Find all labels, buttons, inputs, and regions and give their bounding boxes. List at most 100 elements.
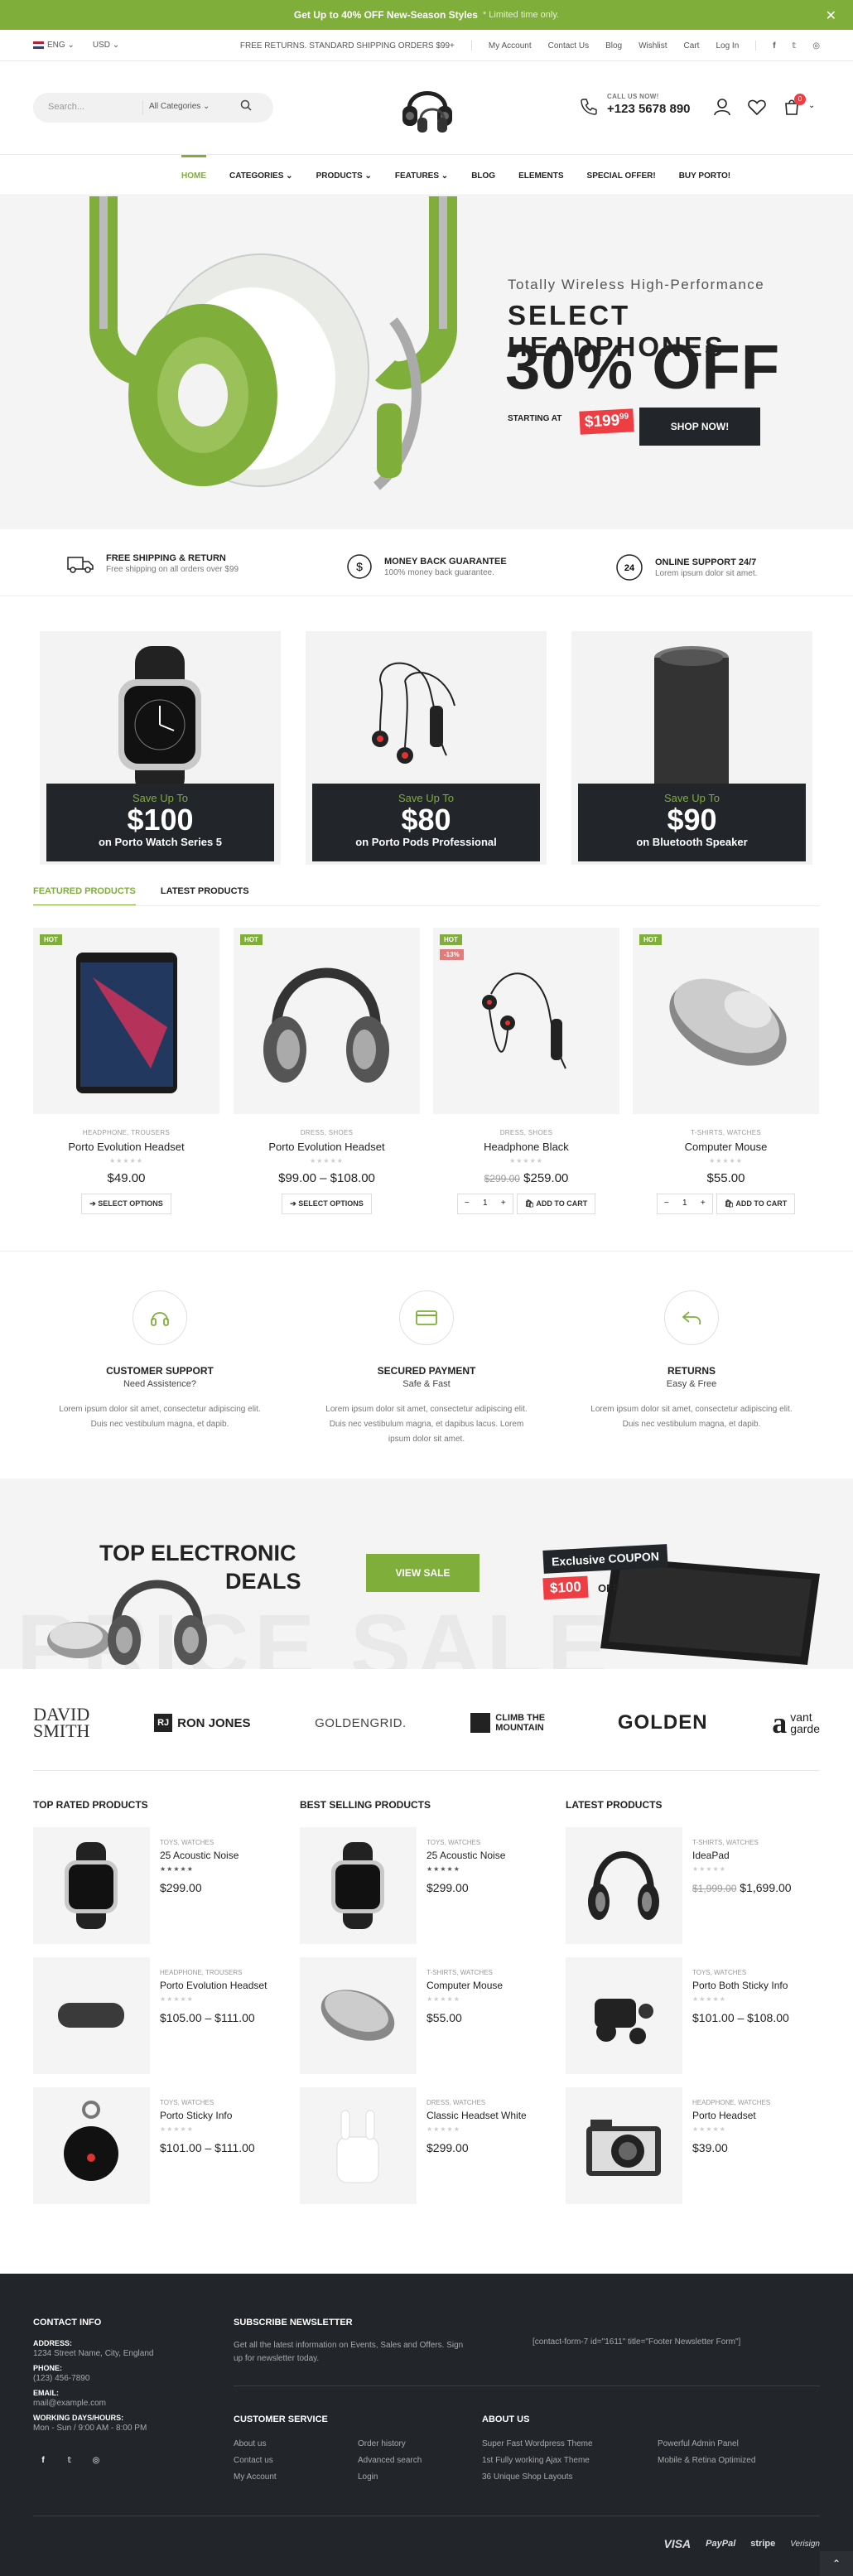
logo[interactable] [396, 81, 459, 139]
brand-logo[interactable]: a vant garde [772, 1705, 820, 1740]
wishlist-icon[interactable] [747, 97, 767, 117]
link-wishlist[interactable]: Wishlist [639, 41, 667, 51]
brand-logo[interactable]: GOLDENGRID. [315, 1716, 407, 1730]
banner-pods[interactable]: Save Up To $80 on Porto Pods Professiona… [306, 631, 547, 865]
product-price: $55.00 [706, 1171, 745, 1185]
product-name[interactable]: Porto Evolution Headset [33, 1141, 219, 1153]
list-item[interactable]: T-SHIRTS, WATCHES Computer Mouse ★★★★★ $55.… [300, 1957, 548, 2087]
nav-products[interactable]: PRODUCTS ⌄ [305, 155, 383, 196]
select-options-button[interactable]: ➔ SELECT OPTIONS [282, 1194, 372, 1214]
brand-logo[interactable]: DAVID SMITH [33, 1705, 89, 1740]
list-item[interactable]: DRESS, WATCHES Classic Headset White ★★★★★… [300, 2087, 548, 2217]
minus-button[interactable]: − [458, 1194, 476, 1213]
footer-link[interactable]: Mobile & Retina Optimized [658, 2454, 820, 2467]
brand-logos: DAVID SMITH RJ RON JONES GOLDENGRID. CLIMB… [33, 1690, 820, 1756]
footer-link[interactable]: 36 Unique Shop Layouts [482, 2471, 658, 2484]
product-card[interactable]: HOT HEADPHONE, TROUSERS Porto Evolution … [33, 928, 219, 1214]
nav-categories[interactable]: CATEGORIES ⌄ [218, 155, 305, 196]
product-image[interactable]: HOT [633, 928, 819, 1114]
tab-latest[interactable]: LATEST PRODUCTS [161, 886, 249, 906]
search-icon[interactable] [240, 99, 252, 113]
list-item[interactable]: HEADPHONE, TROUSERS Porto Evolution Heads… [33, 1957, 282, 2087]
promo-text: Get Up to 40% OFF New-Season Styles [293, 9, 478, 21]
list-item[interactable]: T-SHIRTS, WATCHES IdeaPad ★★★★★ $1,999.00 $… [566, 1827, 814, 1957]
list-item[interactable]: TOYS, WATCHES Porto Both Sticky Info ★★★★★… [566, 1957, 814, 2087]
facebook-icon[interactable]: f [773, 41, 775, 51]
list-item[interactable]: TOYS, WATCHES 25 Acoustic Noise ★★★★★ $299.… [33, 1827, 282, 1957]
hot-badge: HOT [240, 934, 263, 945]
language-select[interactable]: ENG ⌄ [33, 41, 75, 50]
call-label: CALL US NOW! [607, 93, 659, 100]
quantity-stepper[interactable]: −1 + [656, 1194, 713, 1214]
hot-badge: HOT [40, 934, 62, 945]
product-image[interactable]: HOT -13% [433, 928, 619, 1114]
brand-logo[interactable]: GOLDEN [618, 1711, 708, 1734]
link-my-account[interactable]: My Account [489, 41, 532, 51]
shop-now-button[interactable]: SHOP NOW! [639, 408, 760, 446]
nav-home[interactable]: HOME [170, 155, 218, 196]
footer-link[interactable]: My Account [234, 2471, 358, 2484]
link-contact[interactable]: Contact Us [548, 41, 589, 51]
product-name[interactable]: Porto Evolution Headset [234, 1141, 420, 1153]
footer-link[interactable]: Order history [358, 2438, 482, 2451]
search-input[interactable]: Search... [48, 102, 84, 112]
select-options-button[interactable]: ➔ SELECT OPTIONS [81, 1194, 171, 1214]
tab-featured[interactable]: FEATURED PRODUCTS [33, 886, 136, 906]
product-card[interactable]: HOT -13% DRESS, SHOES Headphone Black ★★… [433, 928, 619, 1214]
newsletter-form-code: [contact-form-7 id="1611" title="Footer … [533, 2337, 741, 2347]
product-name[interactable]: Computer Mouse [633, 1141, 819, 1153]
minus-button[interactable]: − [658, 1194, 676, 1213]
brand-logo[interactable]: RJ RON JONES [154, 1714, 251, 1732]
nav-special-offer[interactable]: SPECIAL OFFER! [576, 155, 667, 196]
currency-select[interactable]: USD ⌄ [93, 41, 119, 50]
nav-elements[interactable]: ELEMENTS [507, 155, 575, 196]
list-item[interactable]: HEADPHONE, WATCHES Porto Headset ★★★★★ $39.… [566, 2087, 814, 2217]
footer-link[interactable]: Advanced search [358, 2454, 482, 2467]
nav-blog[interactable]: BLOG [460, 155, 507, 196]
add-to-cart-button[interactable]: 🛍 ADD TO CART [516, 1194, 596, 1214]
product-image[interactable]: HOT [33, 928, 219, 1114]
product-card[interactable]: HOT DRESS, SHOES Porto Evolution Headset… [234, 928, 420, 1214]
credit-card-icon [399, 1290, 454, 1345]
return-icon [664, 1290, 719, 1345]
link-login[interactable]: Log In [716, 41, 739, 51]
link-blog[interactable]: Blog [605, 41, 622, 51]
contact-info: CONTACT INFO ADDRESS: 1234 Street Name, C… [33, 2318, 199, 2470]
footer-link[interactable]: 1st Fully working Ajax Theme [482, 2454, 658, 2467]
product-name[interactable]: Headphone Black [433, 1141, 619, 1153]
twitter-icon[interactable]: 𝕥 [793, 41, 797, 51]
facebook-icon[interactable]: f [33, 2450, 53, 2470]
service-payment: SECURED PAYMENT Safe & Fast Lorem ipsum do… [290, 1290, 563, 1447]
instagram-icon[interactable]: ◎ [812, 41, 820, 51]
footer-link[interactable]: Login [358, 2471, 482, 2484]
plus-button[interactable]: + [494, 1194, 513, 1213]
instagram-icon[interactable]: ◎ [86, 2450, 106, 2470]
twitter-icon[interactable]: 𝕥 [60, 2450, 80, 2470]
phone-number[interactable]: +123 5678 890 [607, 102, 691, 116]
link-cart[interactable]: Cart [684, 41, 700, 51]
close-icon[interactable]: ✕ [826, 7, 836, 24]
list-item[interactable]: TOYS, WATCHES Porto Sticky Info ★★★★★ $101.… [33, 2087, 282, 2217]
banner-watch[interactable]: Save Up To $100 on Porto Watch Series 5 [40, 631, 281, 865]
watch-image [118, 646, 201, 795]
footer-link[interactable]: Contact us [234, 2454, 358, 2467]
user-icon[interactable] [712, 97, 732, 117]
product-card[interactable]: HOT T-SHIRTS, WATCHES Computer Mouse ★★★… [633, 928, 819, 1214]
banner-speaker[interactable]: Save Up To $90 on Bluetooth Speaker [571, 631, 812, 865]
add-to-cart-button[interactable]: 🛍 ADD TO CART [716, 1194, 796, 1214]
nav-features[interactable]: FEATURES ⌄ [383, 155, 460, 196]
plus-button[interactable]: + [694, 1194, 712, 1213]
view-sale-button[interactable]: VIEW SALE [366, 1554, 480, 1592]
scroll-top-button[interactable]: ⌃ [820, 2551, 853, 2576]
footer-link[interactable]: Super Fast Wordpress Theme [482, 2438, 658, 2451]
list-item[interactable]: TOYS, WATCHES 25 Acoustic Noise ★★★★★ $299.… [300, 1827, 548, 1957]
quantity-stepper[interactable]: −1 + [456, 1194, 513, 1214]
brand-logo[interactable]: CLIMB THE MOUNTAIN [470, 1713, 553, 1733]
footer-link[interactable]: Powerful Admin Panel [658, 2438, 820, 2451]
nav-buy-porto[interactable]: BUY PORTO! [667, 155, 742, 196]
category-select[interactable]: All Categories ⌄ [149, 102, 210, 111]
footer-link[interactable]: About us [234, 2438, 358, 2451]
cart-button[interactable]: 0 ⌄ [782, 94, 820, 117]
hot-badge: HOT [440, 934, 462, 945]
product-image[interactable]: HOT [234, 928, 420, 1114]
